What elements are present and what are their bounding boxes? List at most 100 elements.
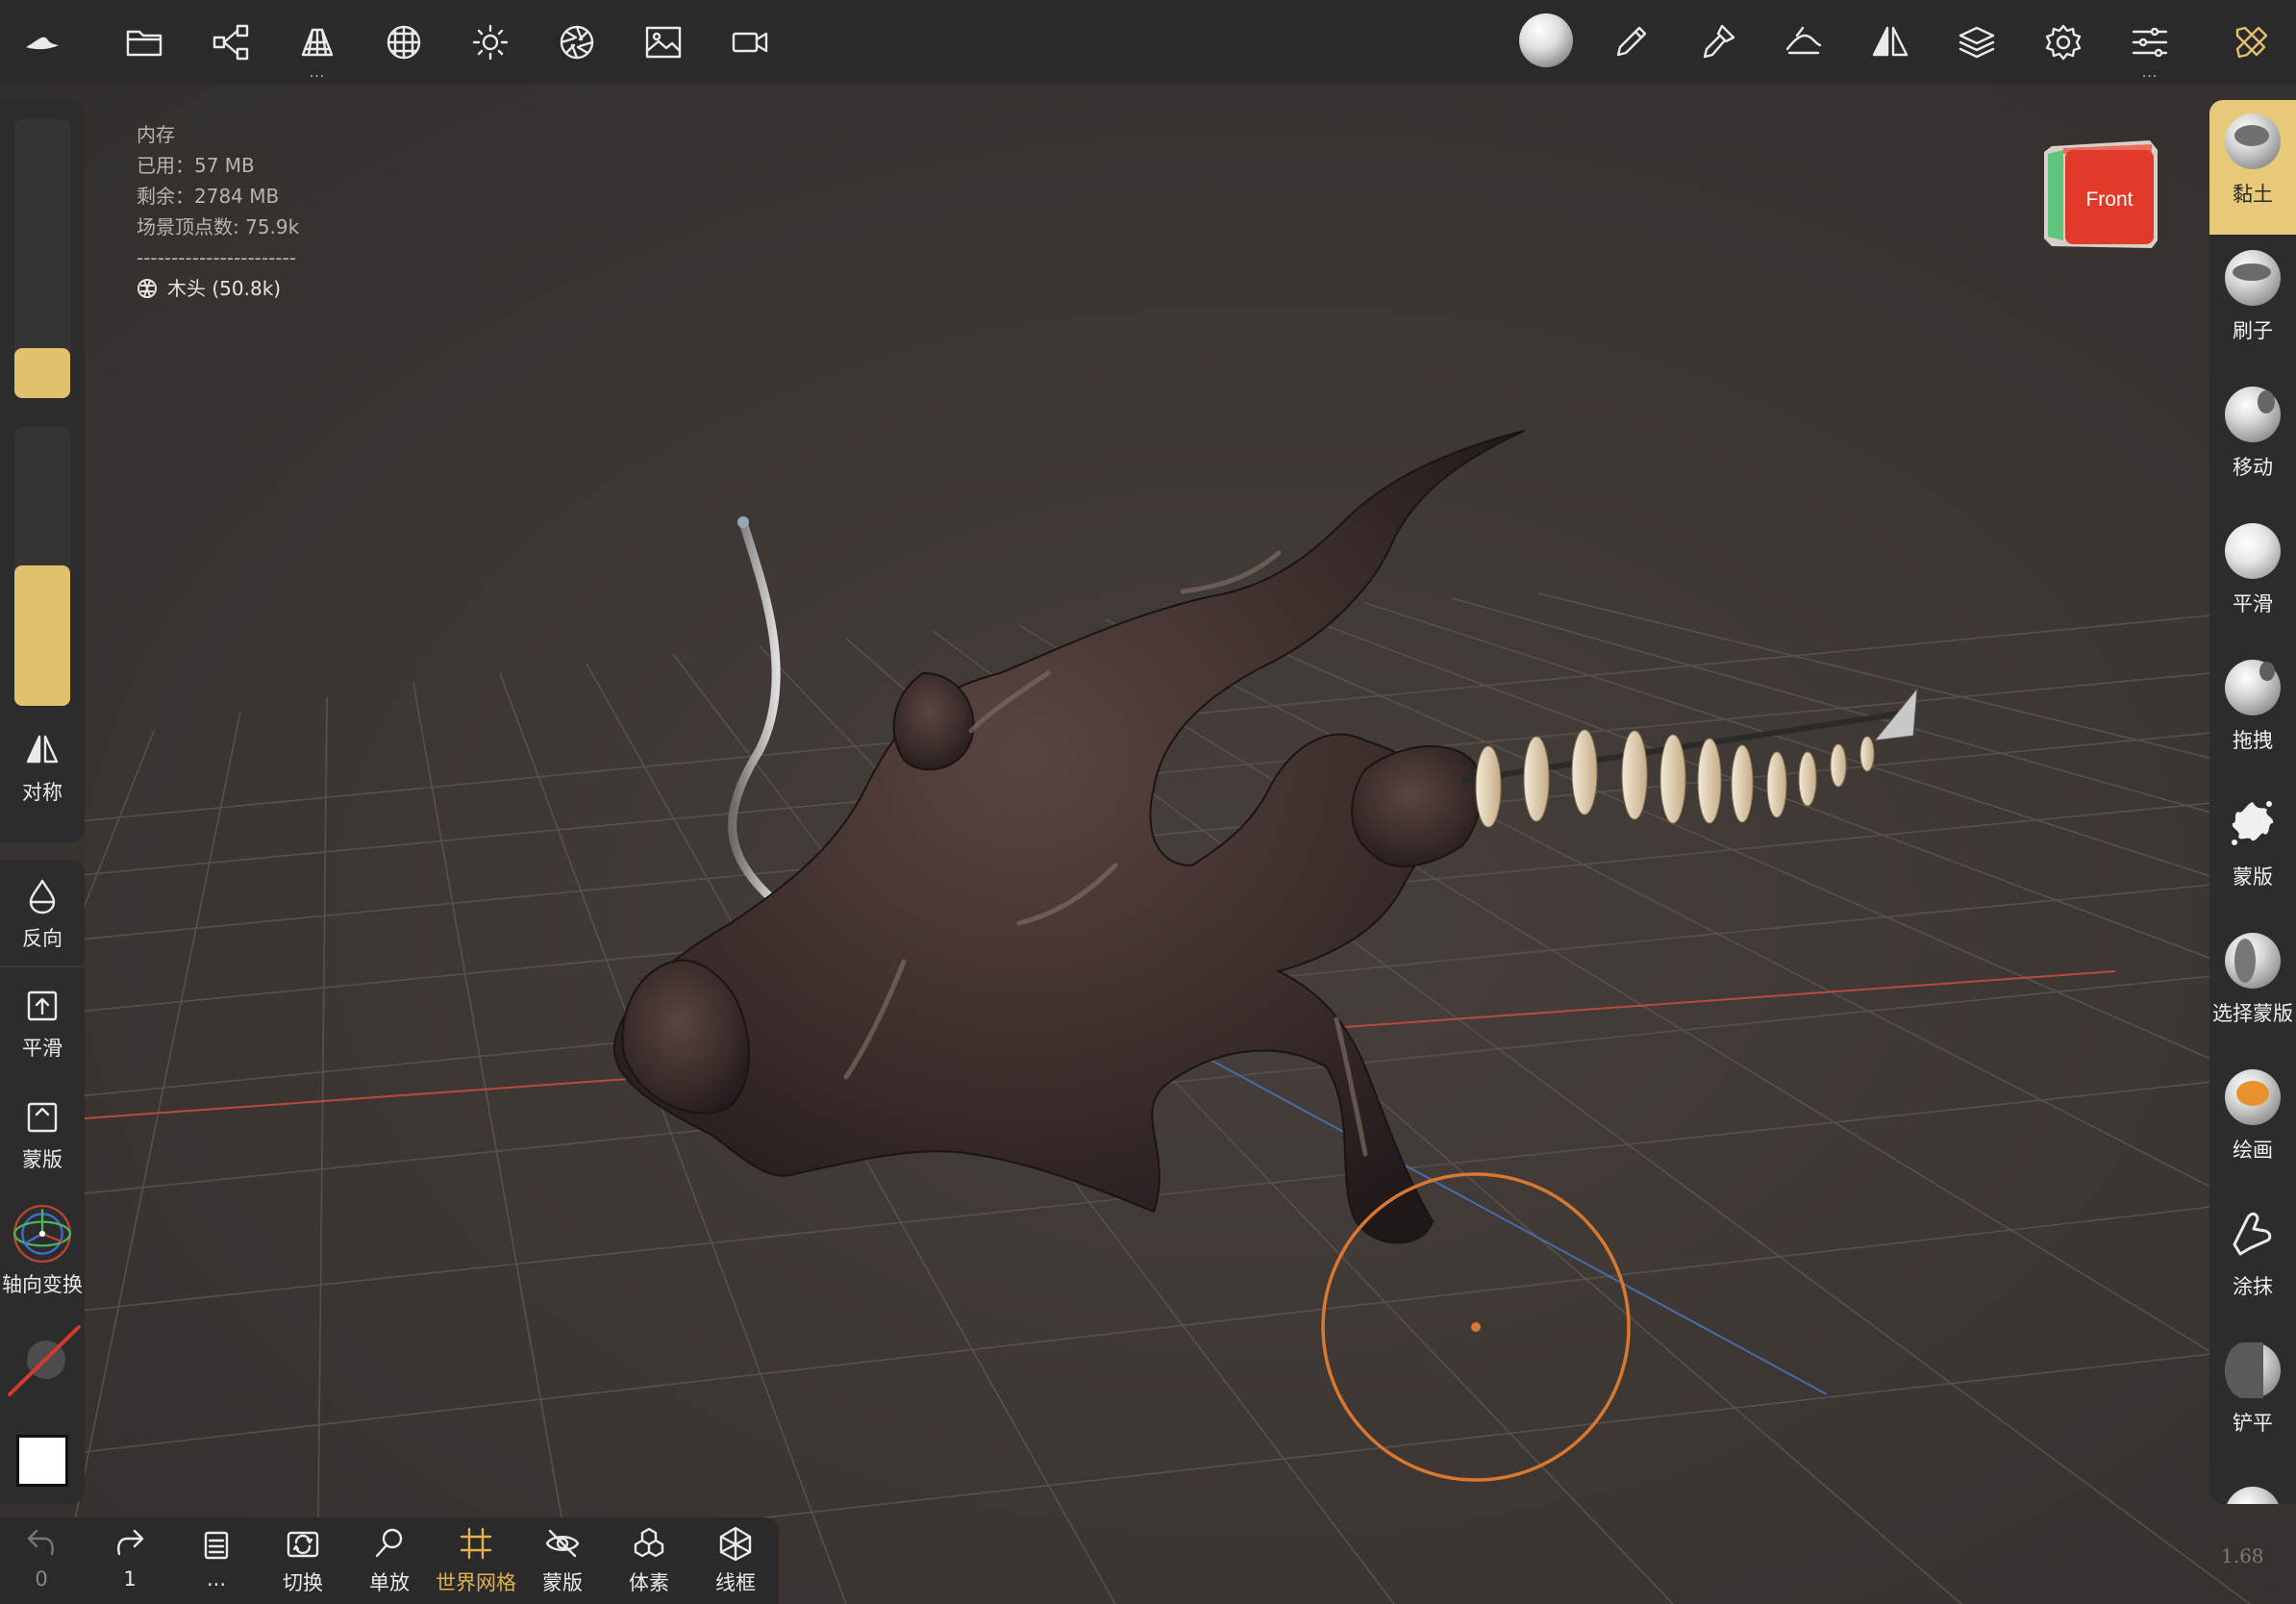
background-image-icon[interactable] — [635, 13, 692, 71]
wireframe-label: 线框 — [715, 1571, 756, 1594]
memory-info: 内存 已用：57 MB 剩余：2784 MB 场景顶点数: 75.9k ----… — [137, 119, 299, 304]
tool-drag[interactable]: 拖拽 — [2209, 646, 2296, 781]
tool-label: 蒙版 — [2233, 865, 2273, 889]
tool-label: 黏土 — [2233, 183, 2273, 206]
voxel-cubes-icon — [634, 1527, 664, 1558]
solo-button[interactable]: 单放 — [348, 1525, 431, 1596]
redo-icon — [117, 1529, 144, 1556]
folder-icon[interactable] — [115, 13, 173, 71]
left-tools-panel: 反向 平滑 蒙版 轴向变换 — [0, 860, 85, 1504]
smooth-label: 平滑 — [22, 1037, 62, 1060]
world-grid-label: 世界网格 — [436, 1571, 516, 1594]
tool-move[interactable]: 移动 — [2209, 373, 2296, 508]
mask-label: 蒙版 — [542, 1571, 583, 1594]
tool-label: 绘画 — [2233, 1139, 2273, 1162]
invert-button[interactable]: 反向 — [0, 877, 85, 952]
smooth-tool-icon — [2225, 523, 2281, 579]
matcap-toggle[interactable] — [0, 1321, 85, 1402]
wireframe-icon — [719, 1526, 752, 1562]
redo-count: 1 — [123, 1567, 137, 1591]
history-button[interactable]: ... — [175, 1525, 258, 1591]
smooth-shortcut-icon — [27, 990, 58, 1021]
shading-icon[interactable] — [1775, 13, 1833, 71]
redo-button[interactable]: 1 — [88, 1525, 171, 1591]
move-tool-icon — [2225, 387, 2281, 442]
tool-smudge[interactable]: 涂抹 — [2209, 1192, 2296, 1327]
multires-icon[interactable] — [375, 13, 433, 71]
tool-smooth[interactable]: 平滑 — [2209, 510, 2296, 644]
symmetry-toggle[interactable]: 对称 — [0, 731, 85, 806]
layers-icon[interactable] — [1948, 13, 2006, 71]
world-grid-button[interactable]: 世界网格 — [435, 1525, 517, 1596]
matcap-icon[interactable] — [1517, 12, 1575, 69]
mesh-entry[interactable]: 木头 (50.8k) — [137, 273, 299, 304]
mesh-icon — [137, 279, 157, 298]
switch-button[interactable]: 切换 — [262, 1525, 344, 1596]
voxel-label: 体素 — [629, 1571, 669, 1594]
undo-icon — [27, 1529, 54, 1556]
tool-more-peek[interactable] — [2209, 1479, 2296, 1504]
wireframe-button[interactable]: 线框 — [694, 1525, 777, 1596]
topology-more-dots: ... — [309, 65, 326, 81]
tool-clay[interactable]: 黏土 — [2209, 100, 2296, 235]
nav-cube-face-label: Front — [2085, 188, 2133, 211]
grid-icon — [460, 1527, 492, 1560]
invert-label: 反向 — [22, 927, 62, 950]
tool-flatten[interactable]: 铲平 — [2209, 1329, 2296, 1464]
voxel-button[interactable]: 体素 — [608, 1525, 690, 1596]
eye-off-icon — [545, 1529, 580, 1558]
magnifier-icon — [375, 1528, 403, 1558]
intensity-slider-fill — [14, 565, 70, 706]
switch-label: 切换 — [283, 1571, 323, 1594]
solo-label: 单放 — [369, 1571, 410, 1594]
3d-viewport[interactable] — [0, 85, 2296, 1604]
undo-button[interactable]: 0 — [0, 1525, 83, 1591]
top-toolbar: ... ... — [0, 0, 2296, 85]
tool-paint[interactable]: 绘画 — [2209, 1056, 2296, 1190]
topology-icon[interactable]: ... — [288, 13, 346, 81]
tool-brush[interactable]: 刷子 — [2209, 237, 2296, 371]
tool-label: 拖拽 — [2233, 729, 2273, 752]
memory-used: 已用：57 MB — [137, 154, 255, 177]
hide-mask-button[interactable]: 蒙版 — [521, 1525, 604, 1596]
tool-label: 选择蒙版 — [2212, 1002, 2293, 1025]
mask-splat-icon — [2225, 796, 2281, 852]
tool-select-mask[interactable]: 选择蒙版 — [2209, 919, 2296, 1054]
memory-separator: ----------------------- — [137, 246, 296, 269]
navigation-cube[interactable]: Front — [2044, 140, 2158, 248]
undo-count: 0 — [35, 1567, 48, 1591]
nomad-logo-icon[interactable] — [13, 13, 71, 71]
right-tool-list: 黏土 刷子 移动 平滑 拖拽 蒙版 选择蒙版 绘画 涂抹 铲平 — [2209, 100, 2296, 1504]
drag-tool-icon — [2225, 660, 2281, 715]
tool-mask[interactable]: 蒙版 — [2209, 783, 2296, 917]
gizmo-icon — [12, 1204, 72, 1264]
memory-title: 内存 — [137, 123, 175, 146]
drop-icon — [29, 879, 56, 915]
paint-tool-icon[interactable] — [1688, 13, 1746, 71]
mask-toggle[interactable]: 蒙版 — [0, 1098, 85, 1173]
tool-label: 移动 — [2233, 456, 2273, 479]
symmetry-icon[interactable] — [1861, 13, 1919, 71]
camera-icon[interactable] — [721, 13, 779, 71]
stroke-icon[interactable] — [1602, 13, 1660, 71]
tool-label: 刷子 — [2233, 319, 2273, 342]
symmetry-label: 对称 — [22, 781, 62, 804]
vertex-count: 场景顶点数: 75.9k — [137, 215, 300, 238]
color-swatch[interactable] — [0, 1435, 85, 1487]
tool-label: 平滑 — [2233, 592, 2273, 615]
mesh-name: 木头 (50.8k) — [167, 277, 282, 300]
mask-shortcut-icon — [27, 1102, 58, 1133]
sliders-more-dots: ... — [2141, 65, 2159, 81]
tools-icon[interactable] — [2223, 13, 2281, 71]
scene-graph-icon[interactable] — [202, 13, 260, 71]
radius-slider-fill — [14, 348, 70, 398]
clay-brush-icon — [2225, 113, 2281, 169]
select-mask-icon — [2225, 933, 2281, 989]
paint-ball-icon — [2225, 1069, 2281, 1125]
sliders-icon[interactable]: ... — [2121, 13, 2179, 81]
light-icon[interactable] — [462, 13, 519, 71]
gizmo-button[interactable]: 轴向变换 — [0, 1202, 85, 1298]
settings-icon[interactable] — [2034, 13, 2092, 71]
material-icon[interactable] — [548, 13, 606, 71]
smooth-toggle[interactable]: 平滑 — [0, 987, 85, 1062]
